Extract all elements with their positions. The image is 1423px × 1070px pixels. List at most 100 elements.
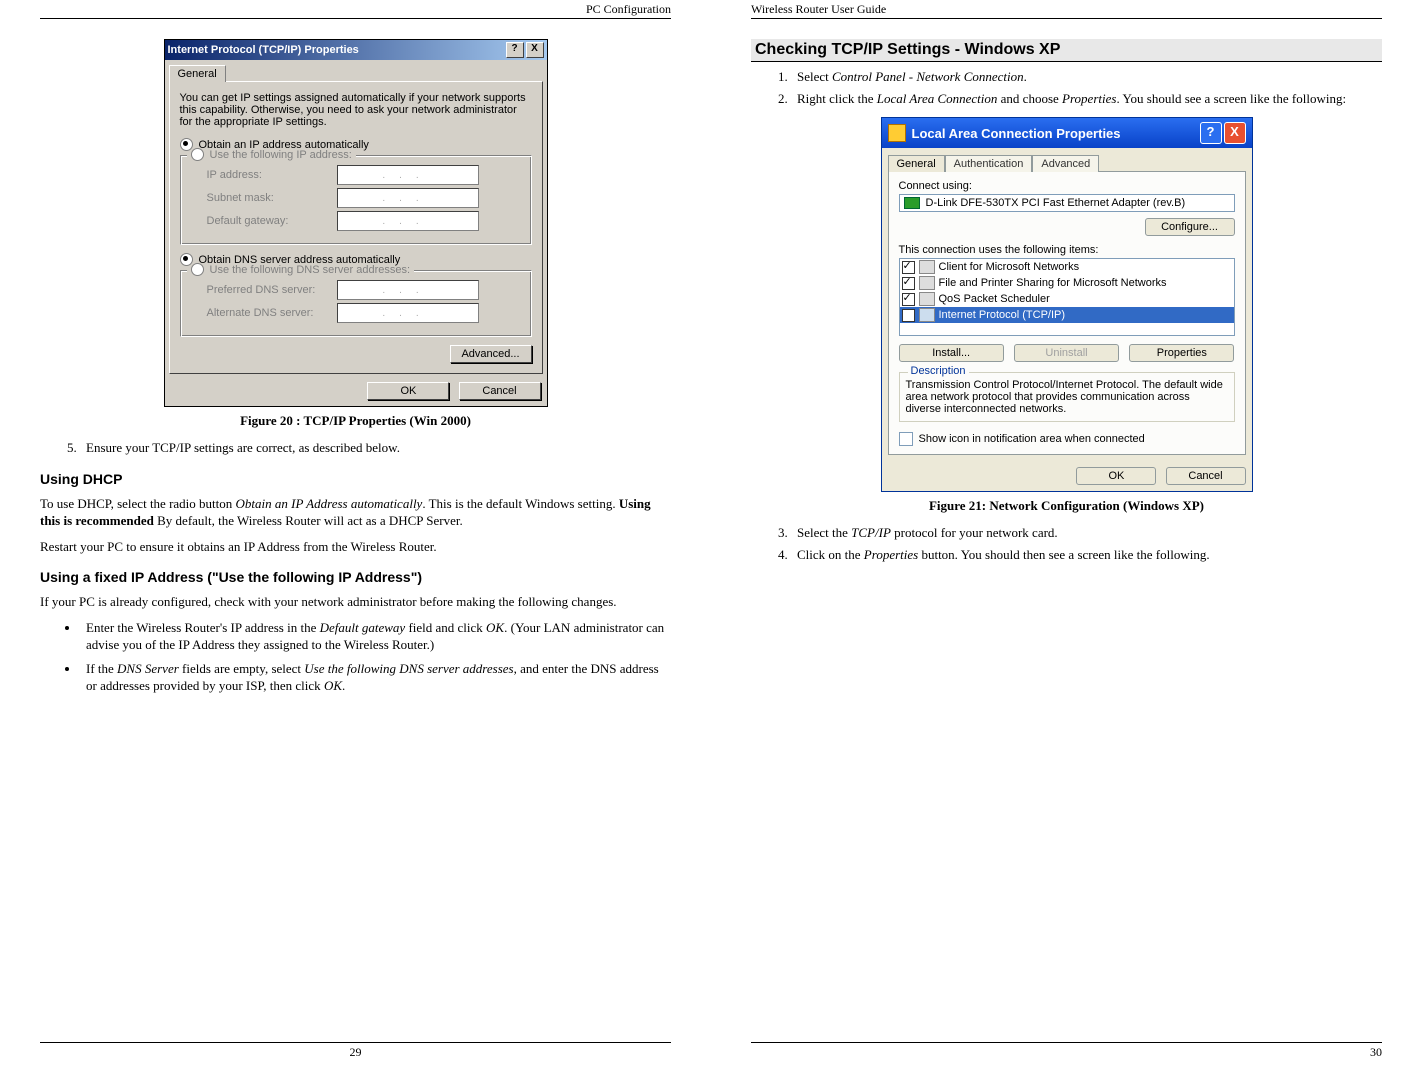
input-pref-dns[interactable] xyxy=(337,280,479,300)
items-listbox[interactable]: Client for Microsoft Networks File and P… xyxy=(899,258,1235,336)
radio-dot-icon xyxy=(191,263,204,276)
tab-authentication[interactable]: Authentication xyxy=(945,155,1033,172)
steps-list-right-2: Select the TCP/IP protocol for your netw… xyxy=(751,524,1382,563)
manual-spread: PC Configuration Internet Protocol (TCP/… xyxy=(0,0,1423,1070)
checkbox-icon[interactable] xyxy=(902,293,915,306)
page-30: Wireless Router User Guide Checking TCP/… xyxy=(711,0,1422,1070)
text-italic: DNS Server xyxy=(117,661,179,676)
list-item-label: Client for Microsoft Networks xyxy=(939,261,1080,273)
text: . This is the default Windows setting. xyxy=(422,496,619,511)
tab-general[interactable]: General xyxy=(169,65,226,82)
uses-items-label: This connection uses the following items… xyxy=(899,244,1235,256)
description-group: Description Transmission Control Protoco… xyxy=(899,372,1235,422)
tab-strip: General xyxy=(165,60,547,81)
cancel-button[interactable]: Cancel xyxy=(459,382,541,400)
show-icon-label: Show icon in notification area when conn… xyxy=(919,433,1145,445)
help-button[interactable]: ? xyxy=(506,42,524,58)
list-item-selected[interactable]: Internet Protocol (TCP/IP) xyxy=(900,307,1234,323)
list-item-label: File and Printer Sharing for Microsoft N… xyxy=(939,277,1167,289)
page-29: PC Configuration Internet Protocol (TCP/… xyxy=(0,0,711,1070)
text: Right click the xyxy=(797,91,877,106)
row-subnet: Subnet mask: xyxy=(207,188,523,208)
text: field and click xyxy=(405,620,486,635)
dialog-titlebar: Local Area Connection Properties ? X xyxy=(882,118,1252,148)
ok-cancel-row: OK Cancel xyxy=(165,378,547,406)
heading-fixed-ip: Using a fixed IP Address ("Use the follo… xyxy=(40,569,671,585)
tab-advanced[interactable]: Advanced xyxy=(1032,155,1099,172)
close-button[interactable]: X xyxy=(1224,122,1246,144)
ok-button[interactable]: OK xyxy=(1076,467,1156,485)
text-italic: Obtain an IP Address automatically xyxy=(236,496,423,511)
radio-use-dns[interactable]: Use the following DNS server addresses: xyxy=(187,263,415,276)
checkbox-icon[interactable] xyxy=(902,261,915,274)
radio-dot-icon xyxy=(191,148,204,161)
ok-button[interactable]: OK xyxy=(367,382,449,400)
text-italic: OK xyxy=(486,620,504,635)
radio-dot-icon xyxy=(180,253,193,266)
text: If the xyxy=(86,661,117,676)
label-alt-dns: Alternate DNS server: xyxy=(207,307,337,319)
radio-use-ip-label: Use the following IP address: xyxy=(210,149,352,161)
ip-group: Use the following IP address: IP address… xyxy=(180,155,532,245)
input-ip[interactable] xyxy=(337,165,479,185)
text: Select xyxy=(797,69,832,84)
help-button[interactable]: ? xyxy=(1200,122,1222,144)
dialog-titlebar: Internet Protocol (TCP/IP) Properties ? … xyxy=(165,40,547,60)
dhcp-paragraph-2: Restart your PC to ensure it obtains an … xyxy=(40,538,671,556)
install-button[interactable]: Install... xyxy=(899,344,1004,362)
label-gateway: Default gateway: xyxy=(207,215,337,227)
page-header-left: PC Configuration xyxy=(40,0,671,19)
configure-button[interactable]: Configure... xyxy=(1145,218,1235,236)
component-icon xyxy=(919,292,935,306)
text-italic: Default gateway xyxy=(320,620,406,635)
checkbox-icon[interactable] xyxy=(902,277,915,290)
checkbox-icon[interactable] xyxy=(902,309,915,322)
row-ip-address: IP address: xyxy=(207,165,523,185)
text-italic: Control Panel - Network Connection xyxy=(832,69,1024,84)
text-italic: Properties xyxy=(1062,91,1116,106)
steps-list-left: Ensure your TCP/IP settings are correct,… xyxy=(40,439,671,457)
radio-use-dns-label: Use the following DNS server addresses: xyxy=(210,264,411,276)
cancel-button[interactable]: Cancel xyxy=(1166,467,1246,485)
list-item[interactable]: File and Printer Sharing for Microsoft N… xyxy=(900,275,1234,291)
adapter-field[interactable]: D-Link DFE-530TX PCI Fast Ethernet Adapt… xyxy=(899,194,1235,212)
row-gateway: Default gateway: xyxy=(207,211,523,231)
row-pref-dns: Preferred DNS server: xyxy=(207,280,523,300)
radio-dot-icon xyxy=(180,138,193,151)
list-item[interactable]: QoS Packet Scheduler xyxy=(900,291,1234,307)
text-italic: TCP/IP xyxy=(851,525,891,540)
text-italic: Local Area Connection xyxy=(877,91,998,106)
component-icon xyxy=(919,276,935,290)
text: Click on the xyxy=(797,547,864,562)
text: Select the xyxy=(797,525,851,540)
text: To use DHCP, select the radio button xyxy=(40,496,236,511)
bullet-1: Enter the Wireless Router's IP address i… xyxy=(80,619,671,654)
bullet-2: If the DNS Server fields are empty, sele… xyxy=(80,660,671,695)
steps-list-right-1: Select Control Panel - Network Connectio… xyxy=(751,68,1382,107)
heading-checking-xp: Checking TCP/IP Settings - Windows XP xyxy=(751,39,1382,62)
checkbox-icon[interactable] xyxy=(899,432,913,446)
properties-button[interactable]: Properties xyxy=(1129,344,1234,362)
show-icon-checkbox[interactable]: Show icon in notification area when conn… xyxy=(899,432,1235,446)
row-alt-dns: Alternate DNS server: xyxy=(207,303,523,323)
close-button[interactable]: X xyxy=(526,42,544,58)
fixed-bullets: Enter the Wireless Router's IP address i… xyxy=(40,619,671,695)
dhcp-paragraph-1: To use DHCP, select the radio button Obt… xyxy=(40,495,671,530)
uninstall-button: Uninstall xyxy=(1014,344,1119,362)
install-button-row: Install... Uninstall Properties xyxy=(899,344,1235,362)
step-2: Right click the Local Area Connection an… xyxy=(791,90,1382,108)
radio-use-ip[interactable]: Use the following IP address: xyxy=(187,148,356,161)
tab-general[interactable]: General xyxy=(888,155,945,172)
text: button. You should then see a screen lik… xyxy=(918,547,1209,562)
input-subnet[interactable] xyxy=(337,188,479,208)
input-alt-dns[interactable] xyxy=(337,303,479,323)
advanced-button[interactable]: Advanced... xyxy=(450,345,532,363)
component-icon xyxy=(919,308,935,322)
label-subnet: Subnet mask: xyxy=(207,192,337,204)
tab-strip: GeneralAuthenticationAdvanced xyxy=(882,148,1252,171)
input-gateway[interactable] xyxy=(337,211,479,231)
step-3: Select the TCP/IP protocol for your netw… xyxy=(791,524,1382,542)
text: fields are empty, select xyxy=(179,661,305,676)
list-item[interactable]: Client for Microsoft Networks xyxy=(900,259,1234,275)
dns-group: Use the following DNS server addresses: … xyxy=(180,270,532,337)
